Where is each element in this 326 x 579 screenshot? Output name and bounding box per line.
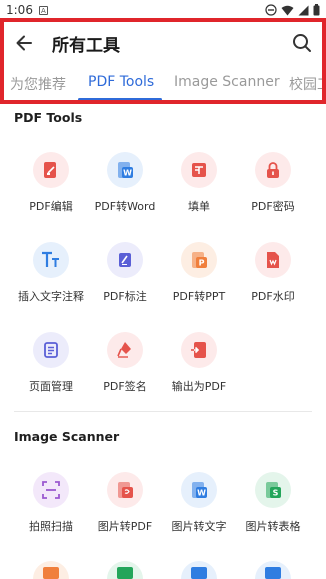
- tool-insert-text-annotation[interactable]: 插入文字注释: [14, 242, 88, 312]
- tool-photo-scan[interactable]: 拍照扫描: [14, 472, 88, 542]
- search-icon: [293, 34, 311, 52]
- scan-icon: [33, 472, 69, 508]
- tab-pdf-tools[interactable]: PDF Tools: [88, 74, 154, 90]
- section-title-image-scanner: Image Scanner: [14, 429, 120, 444]
- pdf-to-ppt-icon: P: [181, 242, 217, 278]
- tool-label: PDF转PPT: [172, 290, 226, 303]
- category-tabs: 为您推荐 PDF Tools Image Scanner 校园工: [0, 66, 326, 102]
- lock-icon: [255, 152, 291, 188]
- pdf-edit-icon: [33, 152, 69, 188]
- section-divider: [14, 411, 312, 412]
- partial-row-tools: [0, 561, 326, 579]
- partial-tool-glyph: [265, 567, 281, 579]
- svg-text:W: W: [123, 169, 132, 178]
- signature-pen-icon: [107, 332, 143, 368]
- arrow-left-icon: [16, 35, 32, 51]
- tool-label: PDF转Word: [94, 200, 156, 213]
- tab-campus[interactable]: 校园工: [289, 74, 326, 94]
- image-to-pdf-icon: [107, 472, 143, 508]
- svg-text:P: P: [199, 259, 205, 268]
- tool-pdf-edit[interactable]: PDF编辑: [14, 152, 88, 222]
- tool-label: 图片转PDF: [97, 520, 153, 533]
- partial-tool-icon[interactable]: [181, 561, 217, 579]
- tool-label: PDF水印: [251, 290, 295, 303]
- partial-tool-glyph: [117, 567, 133, 579]
- tab-recommended[interactable]: 为您推荐: [10, 74, 66, 94]
- tool-pdf-markup[interactable]: PDF标注: [88, 242, 162, 312]
- tool-pdf-password[interactable]: PDF密码: [236, 152, 310, 222]
- tool-label: 插入文字注释: [18, 290, 84, 303]
- notification-a-icon: A: [38, 5, 48, 15]
- tool-label: 页面管理: [29, 380, 73, 393]
- tab-image-scanner[interactable]: Image Scanner: [174, 74, 280, 90]
- partial-tool-glyph: [43, 567, 59, 579]
- battery-icon: [313, 4, 320, 16]
- tool-image-to-pdf[interactable]: 图片转PDF: [88, 472, 162, 542]
- tool-label: PDF编辑: [29, 200, 73, 213]
- tool-label: PDF签名: [103, 380, 147, 393]
- tool-export-pdf[interactable]: 输出为PDF: [162, 332, 236, 402]
- top-app-bar: 所有工具: [0, 22, 326, 64]
- tool-label: 拍照扫描: [29, 520, 73, 533]
- search-button[interactable]: [278, 22, 326, 64]
- image-to-text-icon: W: [181, 472, 217, 508]
- tool-label: 图片转表格: [245, 520, 301, 533]
- watermark-icon: [255, 242, 291, 278]
- svg-text:S: S: [273, 489, 279, 498]
- pdf-to-word-icon: W: [107, 152, 143, 188]
- page-title: 所有工具: [52, 35, 120, 56]
- highlighter-icon: [107, 242, 143, 278]
- status-bar: 1:06 A: [0, 0, 326, 20]
- tool-fill-form[interactable]: 填单: [162, 152, 236, 222]
- dnd-icon: [265, 4, 277, 16]
- active-tab-indicator: [78, 98, 162, 101]
- tool-label: PDF标注: [103, 290, 147, 303]
- tool-label: PDF密码: [251, 200, 295, 213]
- tool-pdf-watermark[interactable]: PDF水印: [236, 242, 310, 312]
- partial-tool-icon[interactable]: [33, 561, 69, 579]
- partial-tool-icon[interactable]: [107, 561, 143, 579]
- tool-image-to-excel[interactable]: S 图片转表格: [236, 472, 310, 542]
- tool-page-manage[interactable]: 页面管理: [14, 332, 88, 402]
- section-title-pdf-tools: PDF Tools: [14, 110, 83, 125]
- status-time: 1:06: [6, 3, 33, 17]
- page-manage-icon: [33, 332, 69, 368]
- tool-pdf-to-word[interactable]: W PDF转Word: [88, 152, 162, 222]
- image-to-excel-icon: S: [255, 472, 291, 508]
- text-annotation-icon: [33, 242, 69, 278]
- signal-icon: [298, 5, 309, 15]
- tool-pdf-signature[interactable]: PDF签名: [88, 332, 162, 402]
- tool-label: 图片转文字: [171, 520, 227, 533]
- tool-label: 输出为PDF: [171, 380, 227, 393]
- partial-tool-glyph: [191, 567, 207, 579]
- tool-pdf-to-ppt[interactable]: P PDF转PPT: [162, 242, 236, 312]
- export-pdf-icon: [181, 332, 217, 368]
- fill-form-icon: [181, 152, 217, 188]
- back-button[interactable]: [0, 22, 48, 64]
- tool-label: 填单: [188, 200, 210, 213]
- svg-text:W: W: [197, 489, 206, 498]
- tool-image-to-text[interactable]: W 图片转文字: [162, 472, 236, 542]
- partial-tool-icon[interactable]: [255, 561, 291, 579]
- wifi-icon: [281, 5, 294, 15]
